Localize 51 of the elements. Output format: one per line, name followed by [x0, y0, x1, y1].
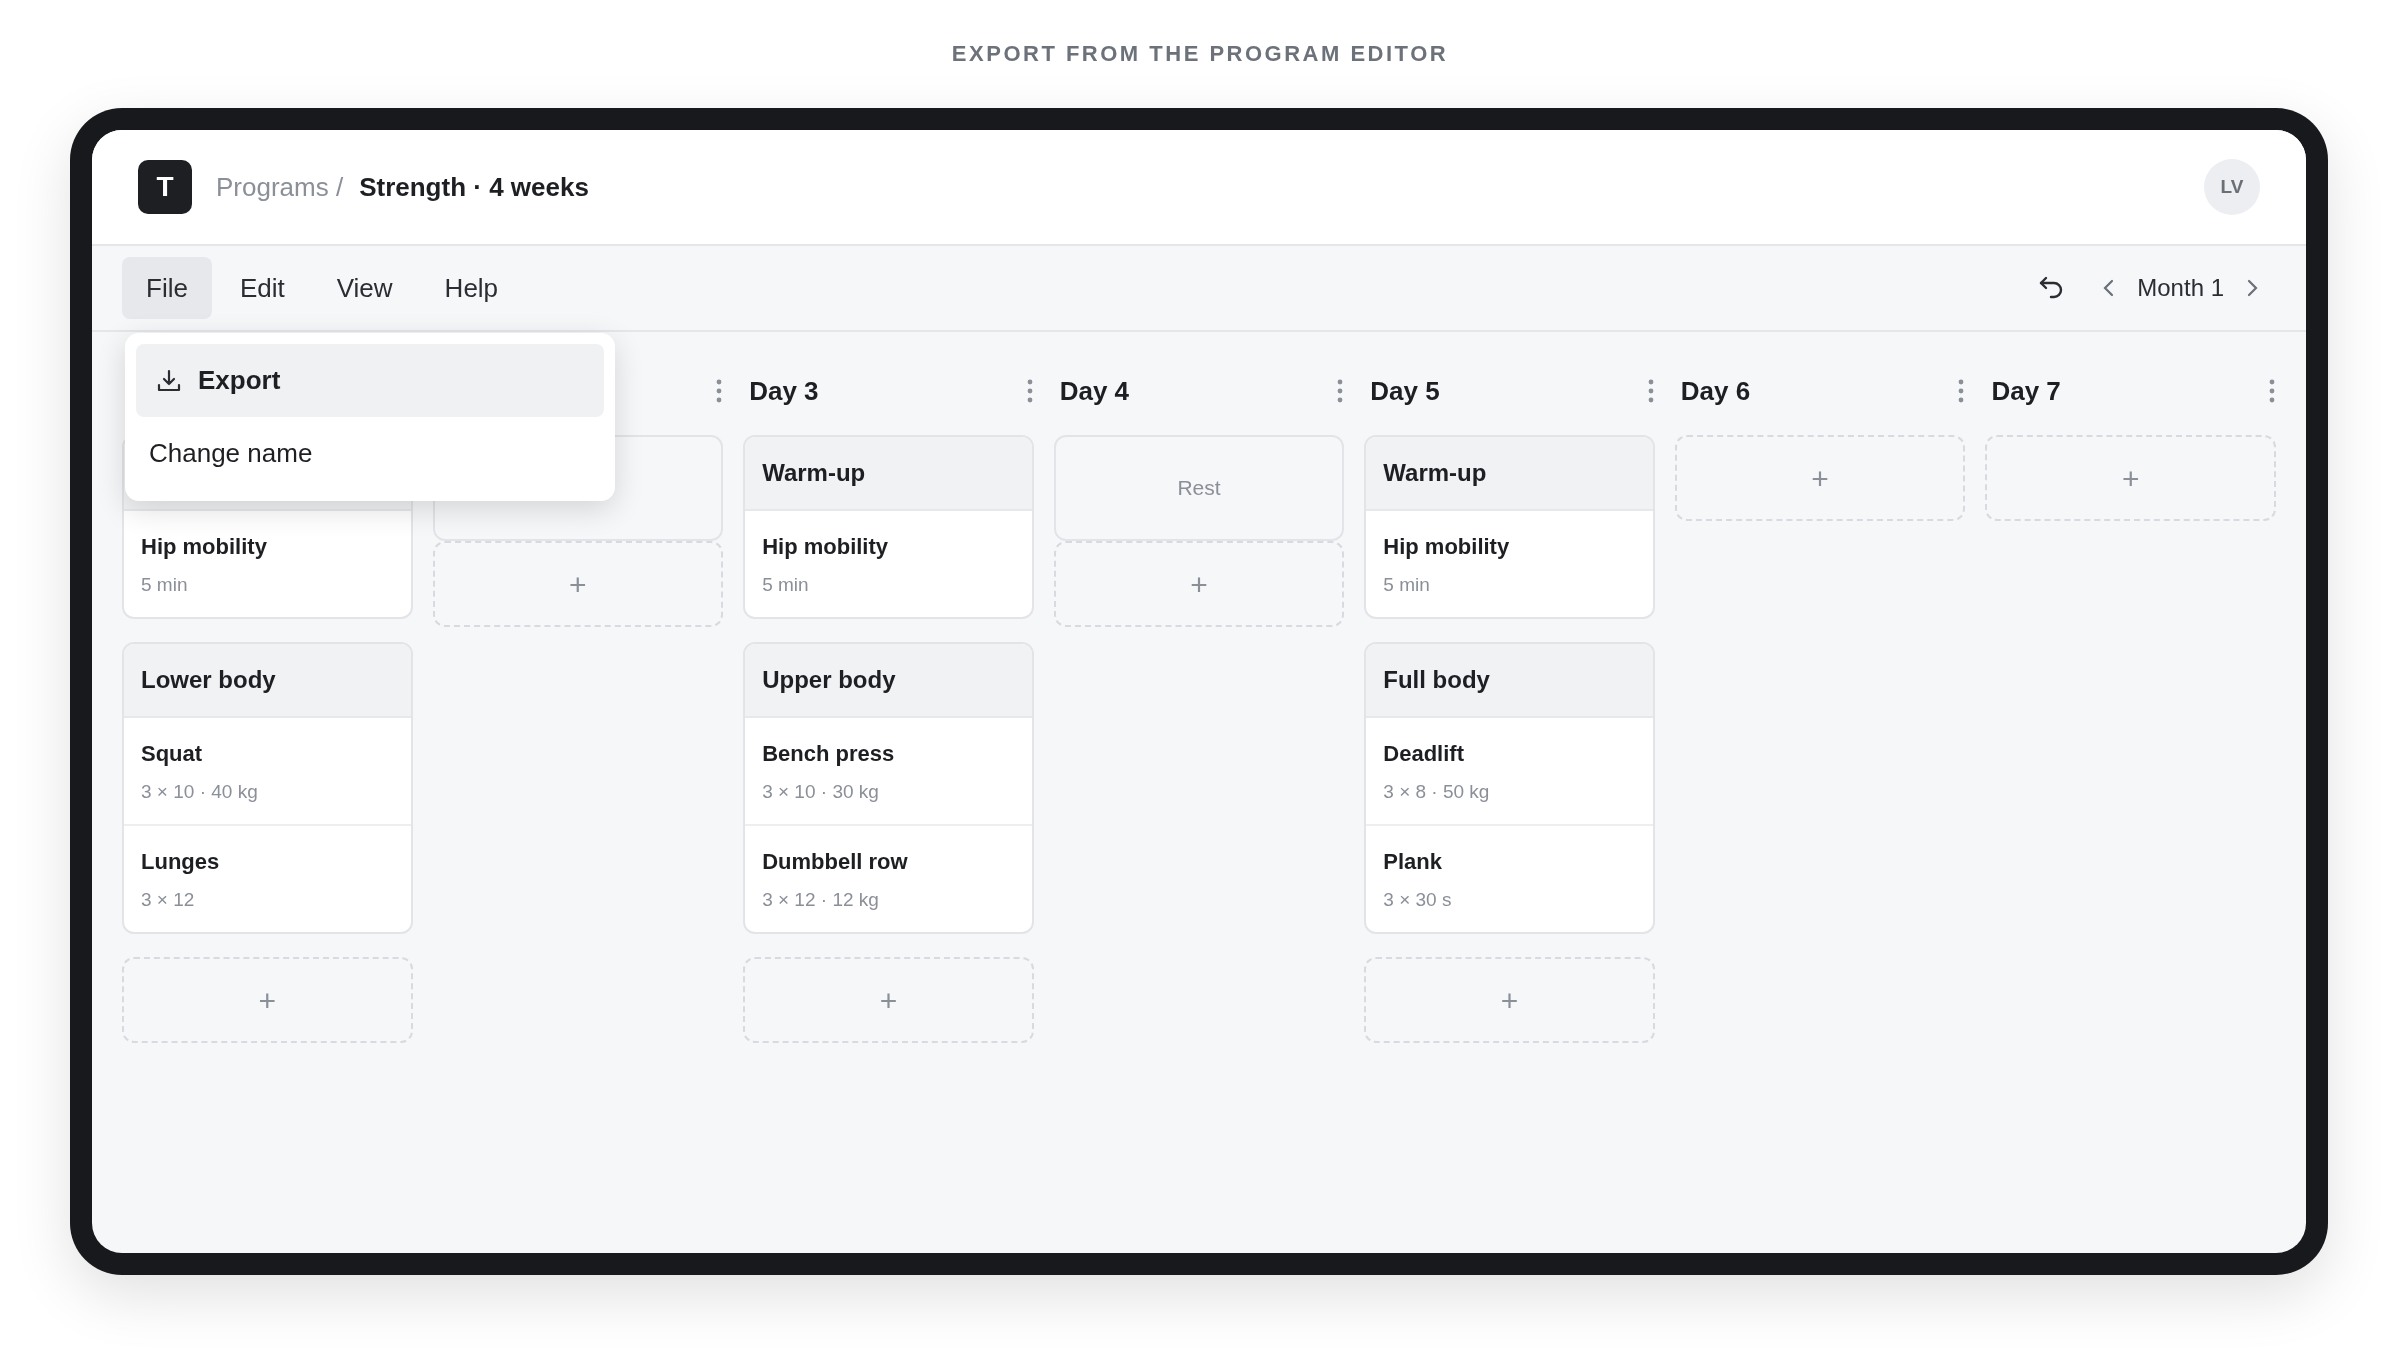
- exercise-name: Deadlift: [1383, 740, 1465, 768]
- exercise-detail: 5 min: [762, 573, 810, 597]
- session-card[interactable]: Lower body Squat 3 × 10 · 40 kg Lunges 3 × 12: [122, 642, 413, 934]
- exercise-detail: 3 × 12 · 12 kg: [762, 888, 880, 912]
- session-title: Upper body: [762, 665, 896, 695]
- more-icon[interactable]: [1025, 378, 1034, 404]
- program-title: Strength · 4 weeks: [359, 170, 589, 204]
- more-icon[interactable]: [2268, 378, 2276, 404]
- menu-item[interactable]: View: [312, 257, 417, 319]
- exercise-detail: 5 min: [1383, 573, 1431, 597]
- exercise-name: Hip mobility: [1383, 533, 1511, 561]
- exercise-name: Lunges: [141, 848, 221, 876]
- session-card[interactable]: Full body Deadlift 3 × 8 · 50 kg Plank 3 × 30 s: [1364, 642, 1655, 934]
- session-title: Full body: [1383, 665, 1490, 695]
- exercise-detail: 3 × 30 s: [1383, 888, 1453, 912]
- more-icon[interactable]: [1646, 378, 1655, 404]
- session-title: Lower body: [141, 665, 276, 695]
- exercise-name: Hip mobility: [762, 533, 890, 561]
- menu-option[interactable]: Export: [136, 344, 604, 417]
- page-caption: EXPORT FROM THE PROGRAM EDITOR: [951, 39, 1449, 68]
- session-card[interactable]: Warm-up Hip mobility 5 min: [1364, 435, 1655, 619]
- menu-item[interactable]: Help: [420, 257, 523, 319]
- day-title: Day 4: [1059, 374, 1130, 408]
- session-card[interactable]: Warm-up Hip mobility 5 min: [743, 435, 1034, 619]
- exercise-detail: 3 × 8 · 50 kg: [1383, 780, 1491, 804]
- exercise-name: Hip mobility: [141, 533, 268, 561]
- day-title: Day 7: [1991, 374, 2061, 408]
- day-title: Day 5: [1370, 374, 1440, 408]
- period-label: Month 1: [2137, 273, 2224, 303]
- more-icon[interactable]: [1336, 378, 1345, 404]
- session-card[interactable]: Upper body Bench press 3 × 10 · 30 kg Dumbbell row 3 × 12 · 12 kg: [743, 642, 1034, 934]
- download-icon: [156, 367, 182, 394]
- exercise-detail: 3 × 10 · 30 kg: [762, 780, 880, 804]
- user-avatar[interactable]: LV: [2204, 159, 2260, 215]
- session-title: Warm-up: [762, 458, 866, 488]
- exercise-detail: 3 × 12: [141, 888, 196, 912]
- menu-item[interactable]: File: [122, 257, 212, 319]
- more-icon[interactable]: [1957, 378, 1966, 404]
- exercise-detail: 3 × 10 · 40 kg: [141, 780, 259, 804]
- exercise-name: Plank: [1383, 848, 1443, 876]
- day-title: Day 6: [1680, 374, 1751, 408]
- more-icon[interactable]: [715, 378, 724, 404]
- exercise-name: Bench press: [762, 740, 896, 768]
- exercise-name: Squat: [141, 740, 204, 768]
- exercise-name: Dumbbell row: [762, 848, 909, 876]
- day-title: Day 3: [749, 374, 819, 408]
- exercise-detail: 5 min: [141, 573, 189, 597]
- rest-label: Rest: [1177, 475, 1221, 502]
- session-title: Warm-up: [1383, 458, 1487, 488]
- menu-item[interactable]: Edit: [215, 257, 309, 319]
- app-logo[interactable]: T: [138, 160, 192, 214]
